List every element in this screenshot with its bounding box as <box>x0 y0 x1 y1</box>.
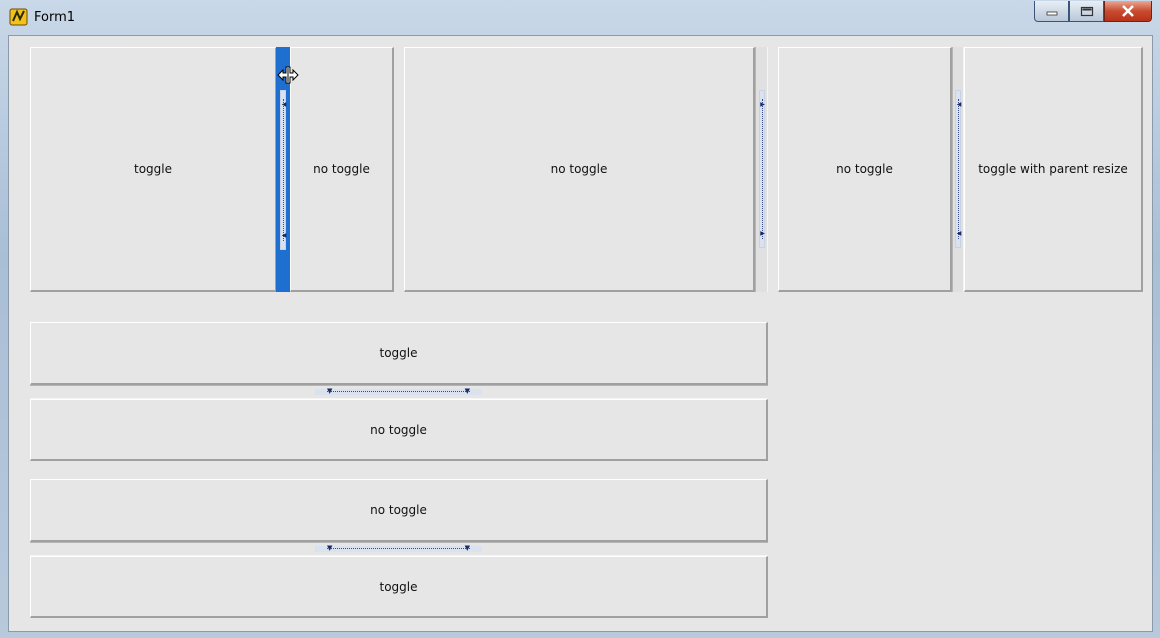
expand-right-icon: ▶ <box>760 230 765 237</box>
panel-label: toggle <box>379 579 418 594</box>
close-button[interactable] <box>1104 1 1152 22</box>
panel-no-toggle-bottom: no toggle <box>30 399 768 461</box>
splitter-grip[interactable]: ◀ ◀ <box>955 90 961 248</box>
collapse-up-icon: ▼ <box>327 387 333 395</box>
collapse-left-icon: ◀ <box>281 101 287 108</box>
collapse-left-icon: ◀ <box>956 101 962 108</box>
panel-toggle-bottom: toggle <box>30 556 768 618</box>
panel-label: no toggle <box>370 422 427 437</box>
lazarus-cheetah-icon <box>9 8 28 26</box>
panel-no-toggle-right-group: no toggle <box>778 47 952 292</box>
collapse-up-icon: ▼ <box>327 544 333 552</box>
splitter-grip[interactable]: ▼ ▼ <box>315 544 482 552</box>
panel-no-toggle-middle: no toggle <box>404 47 755 292</box>
form-window: Form1 toggle ◀ ◀ no toggle no toggle ▶ ▶… <box>0 0 1160 638</box>
collapse-up-icon: ▼ <box>464 387 470 395</box>
maximize-icon <box>1080 6 1093 16</box>
panel-label: toggle <box>379 346 418 360</box>
minimize-icon <box>1046 11 1057 16</box>
horizontal-splitter-middle[interactable]: ▼ ▼ <box>30 385 768 399</box>
panel-toggle-parent-resize: toggle with parent resize <box>964 47 1143 292</box>
panel-label: no toggle <box>313 162 370 176</box>
minimize-button[interactable] <box>1034 1 1069 22</box>
window-title: Form1 <box>34 10 76 25</box>
splitter-grip[interactable]: ▼ ▼ <box>315 387 482 395</box>
close-icon <box>1122 5 1134 17</box>
expand-right-icon: ▶ <box>760 101 765 108</box>
panel-label: no toggle <box>370 503 427 517</box>
panel-label: no toggle <box>836 162 893 176</box>
splitter-grip[interactable]: ◀ ◀ <box>280 90 286 250</box>
panel-label: toggle with parent resize <box>978 162 1128 176</box>
maximize-button[interactable] <box>1069 1 1104 22</box>
panel-label: no toggle <box>550 162 608 176</box>
collapse-left-icon: ◀ <box>956 230 962 237</box>
panel-label: toggle <box>134 162 172 176</box>
title-bar[interactable]: Form1 <box>0 0 1160 34</box>
vertical-splitter-middle[interactable]: ▶ ▶ <box>755 47 768 292</box>
panel-toggle-left: toggle <box>30 47 277 292</box>
form-client-area: toggle ◀ ◀ no toggle no toggle ▶ ▶ no to… <box>8 35 1153 632</box>
splitter-grip[interactable]: ▶ ▶ <box>758 90 765 248</box>
horizontal-splitter-bottom[interactable]: ▼ ▼ <box>30 542 768 556</box>
collapse-left-icon: ◀ <box>281 232 287 239</box>
vertical-splitter-right[interactable]: ◀ ◀ <box>952 47 964 292</box>
panel-toggle-top: toggle <box>30 322 768 385</box>
panel-no-toggle-right: no toggle <box>290 47 394 292</box>
collapse-up-icon: ▼ <box>464 544 470 552</box>
panel-no-toggle-top: no toggle <box>30 479 768 542</box>
resize-horizontal-cursor-icon <box>277 66 299 84</box>
caption-buttons <box>1034 1 1152 22</box>
